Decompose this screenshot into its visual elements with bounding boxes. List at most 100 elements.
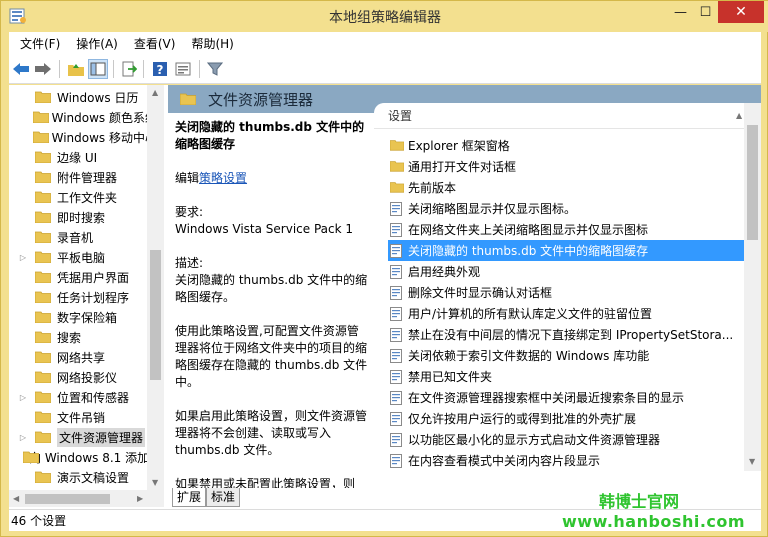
row-label: 在文件资源管理器搜索框中关闭最近搜索条目的显示 [408, 391, 685, 405]
properties-icon[interactable] [173, 59, 193, 79]
tab-extended[interactable]: 扩展 [172, 488, 207, 507]
up-folder-icon[interactable] [66, 59, 86, 79]
expand-arrow-icon[interactable]: ▷ [17, 393, 29, 402]
menu-help[interactable]: 帮助(H) [183, 35, 241, 52]
menu-view[interactable]: 查看(V) [126, 35, 184, 52]
maximize-button[interactable]: ☐ [693, 1, 718, 23]
tree-item-label: 文件资源管理器 [57, 427, 146, 447]
tree-item[interactable]: 录音机 [9, 227, 157, 247]
row-label: 以功能区最小化的显示方式启动文件资源管理器 [408, 433, 661, 447]
sort-arrow-icon: ▲ [736, 111, 743, 120]
expand-arrow-icon[interactable]: ▷ [17, 253, 29, 262]
policy-description-panel: 关闭隐藏的 thumbs.db 文件中的缩略图缓存 编辑策略设置 要求: Wind… [168, 113, 374, 488]
row-label: 删除文件时显示确认对话框 [408, 286, 553, 300]
tree-item-label: 位置和传感器 [57, 390, 130, 405]
minimize-button[interactable]: — [668, 1, 693, 23]
tree-item[interactable]: Windows 颜色系统 [9, 107, 157, 127]
policy-setting-icon [390, 327, 403, 342]
tree-item[interactable]: ▷ 位置和传感器 [9, 387, 157, 407]
policy-row[interactable]: 启用经典外观 [388, 261, 744, 282]
help-icon[interactable]: ? [150, 59, 170, 79]
tree-item[interactable]: 演示文稿设置 [9, 467, 157, 487]
tree-item[interactable]: ▷ 平板电脑 [9, 247, 157, 267]
policy-row[interactable]: 删除文件时显示确认对话框 [388, 282, 744, 303]
tree-item[interactable]: 数字保险箱 [9, 307, 157, 327]
scroll-up-arrow-icon[interactable]: ▲ [152, 88, 158, 97]
tab-standard[interactable]: 标准 [206, 488, 241, 507]
policy-row[interactable]: 以功能区最小化的显示方式启动文件资源管理器 [388, 429, 744, 450]
scroll-down-arrow-icon[interactable]: ▼ [152, 478, 158, 487]
folder-icon [35, 391, 51, 403]
tree-item-label: Windows 日历 [57, 90, 139, 105]
settings-folder-row[interactable]: 先前版本 [388, 177, 744, 198]
policy-setting-icon [390, 432, 403, 447]
folder-icon [32, 131, 49, 143]
policy-row[interactable]: 在内容查看模式中关闭内容片段显示 [388, 450, 744, 471]
list-scroll-thumb[interactable] [747, 125, 758, 240]
close-button[interactable]: ✕ [718, 1, 764, 23]
list-scroll-down-arrow-icon[interactable]: ▼ [749, 457, 755, 466]
policy-row[interactable]: 在文件资源管理器搜索框中关闭最近搜索条目的显示 [388, 387, 744, 408]
policy-setting-icon [390, 201, 403, 216]
folder-icon [35, 211, 51, 223]
policy-row[interactable]: 用户/计算机的所有默认库定义文件的驻留位置 [388, 303, 744, 324]
tree-item-label: 文件吊销 [57, 410, 106, 425]
policy-setting-icon [390, 390, 403, 405]
tree-item-label: 工作文件夹 [57, 190, 118, 205]
details-pane: 文件资源管理器 关闭隐藏的 thumbs.db 文件中的缩略图缓存 编辑策略设置… [168, 85, 761, 509]
tree-hscroll-thumb[interactable] [25, 494, 110, 504]
policy-setting-icon [390, 285, 403, 300]
export-list-icon[interactable] [119, 59, 139, 79]
toolbar-separator [199, 60, 200, 78]
tree-item[interactable]: 网络投影仪 [9, 367, 157, 387]
scroll-right-arrow-icon[interactable]: ▶ [137, 494, 143, 503]
tree-item[interactable]: 向 Windows 8.1 添加功能 [9, 447, 157, 467]
tree-scroll-thumb[interactable] [150, 250, 161, 380]
tree-item-label: 网络投影仪 [57, 370, 118, 385]
tree-item[interactable]: 工作文件夹 [9, 187, 157, 207]
tree-item[interactable]: Windows 移动中心 [9, 127, 157, 147]
column-header-setting[interactable]: 设置 [374, 103, 744, 129]
policy-row[interactable]: 禁止在没有中间层的情况下直接绑定到 IPropertySetStora... [388, 324, 744, 345]
tree-item[interactable]: Windows 日历 [9, 87, 157, 107]
scroll-left-arrow-icon[interactable]: ◀ [13, 494, 19, 503]
tree-item[interactable]: 附件管理器 [9, 167, 157, 187]
folder-icon [35, 291, 51, 303]
tree-item-label: 边缘 UI [57, 150, 98, 165]
back-arrow-icon[interactable] [11, 59, 31, 79]
tree-item[interactable]: 搜索 [9, 327, 157, 347]
tree-item[interactable]: 即时搜索 [9, 207, 157, 227]
tree-item[interactable]: ▷ 文件资源管理器 [9, 427, 157, 447]
tree-item[interactable]: 任务计划程序 [9, 287, 157, 307]
policy-row[interactable]: 仅允许按用户运行的或得到批准的外壳扩展 [388, 408, 744, 429]
policy-row[interactable]: 禁用已知文件夹 [388, 366, 744, 387]
menu-file[interactable]: 文件(F) [12, 35, 68, 52]
filter-icon[interactable] [205, 59, 225, 79]
menu-action[interactable]: 操作(A) [68, 35, 126, 52]
tree-item[interactable]: 边缘 UI [9, 147, 157, 167]
window-title: 本地组策略编辑器 [329, 10, 441, 26]
details-header-title: 文件资源管理器 [208, 90, 314, 109]
expand-arrow-icon[interactable]: ▷ [17, 433, 29, 442]
folder-icon [35, 251, 51, 263]
folder-icon [35, 271, 51, 283]
menu-bar: 文件(F) 操作(A) 查看(V) 帮助(H) [9, 32, 761, 54]
forward-arrow-icon[interactable] [33, 59, 53, 79]
folder-icon [35, 471, 51, 483]
settings-folder-row[interactable]: 通用打开文件对话框 [388, 156, 744, 177]
show-hide-tree-icon[interactable] [88, 59, 108, 79]
toolbar-separator [59, 60, 60, 78]
policy-row[interactable]: 关闭依赖于索引文件数据的 Windows 库功能 [388, 345, 744, 366]
edit-policy-link[interactable]: 策略设置 [199, 171, 247, 185]
row-label: 关闭依赖于索引文件数据的 Windows 库功能 [408, 349, 650, 363]
policy-row[interactable]: 在网络文件夹上关闭缩略图显示并仅显示图标 [388, 219, 744, 240]
folder-icon [35, 411, 51, 423]
policy-row[interactable]: 关闭缩略图显示并仅显示图标。 [388, 198, 744, 219]
tree-item[interactable]: 网络共享 [9, 347, 157, 367]
tree-item[interactable]: 凭据用户界面 [9, 267, 157, 287]
description-value: 关闭隐藏的 thumbs.db 文件中的缩略图缓存。 [175, 273, 368, 304]
settings-folder-row[interactable]: Explorer 框架窗格 [388, 135, 744, 156]
policy-row[interactable]: 关闭隐藏的 thumbs.db 文件中的缩略图缓存 [388, 240, 744, 261]
tree-item[interactable]: 文件吊销 [9, 407, 157, 427]
settings-list: 设置 ▲ Explorer 框架窗格 通用打开文件对话框 先前版本 关闭缩略图显示并仅… [374, 103, 761, 471]
